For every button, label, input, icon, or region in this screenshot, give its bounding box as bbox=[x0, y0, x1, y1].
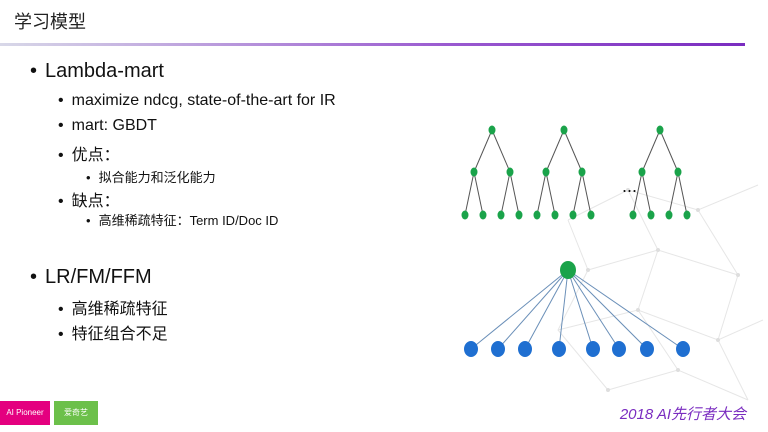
tree-edge bbox=[500, 171, 511, 216]
tree-edge bbox=[509, 171, 520, 216]
tree-node bbox=[560, 125, 568, 135]
tree-node bbox=[542, 167, 550, 177]
network-input-node bbox=[612, 341, 626, 357]
network-input-node bbox=[586, 341, 600, 357]
event-footer: 2018 AI先行者大会 bbox=[619, 406, 746, 423]
bullet-text: 优点： bbox=[71, 147, 120, 164]
tree-node bbox=[629, 210, 637, 220]
bullet-feature-combo: • 特征组合不足 bbox=[58, 320, 168, 344]
bullet-cons-detail: • 高维稀疏特征：Term ID/Doc ID bbox=[86, 210, 278, 229]
tree-edge bbox=[563, 129, 583, 173]
tree-edge bbox=[581, 171, 592, 216]
tree-node bbox=[506, 167, 514, 177]
tree-edge bbox=[491, 129, 511, 173]
bullet-dot: • bbox=[30, 60, 38, 82]
bullet-text: LR/FM/FFM bbox=[45, 266, 152, 288]
trees-ellipsis: ... bbox=[622, 176, 638, 196]
tree-edge bbox=[677, 171, 688, 216]
network-edge bbox=[497, 269, 569, 350]
network-input-node bbox=[518, 341, 532, 357]
tree-edge bbox=[659, 129, 679, 173]
bullet-pros: • 优点： bbox=[58, 141, 120, 165]
tree-edge bbox=[464, 171, 475, 216]
bullet-text: 缺点： bbox=[71, 193, 120, 210]
bullet-text: Lambda-mart bbox=[45, 60, 164, 82]
tree-edge bbox=[668, 171, 679, 216]
tree-node bbox=[638, 167, 646, 177]
bullet-dot: • bbox=[86, 213, 91, 228]
network-edge bbox=[567, 269, 620, 350]
iqiyi-logo: 爱奇艺 bbox=[54, 401, 98, 425]
network-input-node bbox=[552, 341, 566, 357]
bullet-lambda-mart: • Lambda-mart bbox=[30, 60, 164, 83]
bullet-dot: • bbox=[58, 193, 64, 210]
tree-node bbox=[515, 210, 523, 220]
bullet-cons: • 缺点： bbox=[58, 187, 120, 211]
title-rule bbox=[0, 43, 745, 46]
tree-node bbox=[497, 210, 505, 220]
bullet-mart: • mart: GBDT bbox=[58, 117, 157, 135]
tree-edge bbox=[545, 171, 556, 216]
gbdt-trees-diagram bbox=[461, 125, 691, 220]
bullet-pros-detail: • 拟合能力和泛化能力 bbox=[86, 167, 216, 186]
bullet-text: 高维稀疏特征：Term ID/Doc ID bbox=[98, 213, 279, 228]
network-input-node bbox=[464, 341, 478, 357]
tree-edge bbox=[473, 129, 493, 173]
tree-node bbox=[461, 210, 469, 220]
network-edge bbox=[567, 269, 684, 350]
tree-edge bbox=[572, 171, 583, 216]
network-input-node bbox=[491, 341, 505, 357]
tree-edge bbox=[473, 171, 484, 216]
bullet-dot: • bbox=[58, 117, 64, 134]
network-output-node bbox=[560, 261, 576, 279]
tree-node bbox=[674, 167, 682, 177]
bullet-text: mart: GBDT bbox=[71, 117, 157, 134]
tree-node bbox=[587, 210, 595, 220]
bullet-text: maximize ndcg, state-of-the-art for IR bbox=[71, 92, 336, 109]
tree-node bbox=[488, 125, 496, 135]
bullet-dot: • bbox=[58, 301, 64, 318]
tree-edge bbox=[641, 129, 661, 173]
ai-pioneer-logo: AI Pioneer bbox=[0, 401, 50, 425]
lr-network-diagram bbox=[464, 261, 690, 357]
bullet-text: 拟合能力和泛化能力 bbox=[98, 170, 216, 185]
network-edge bbox=[470, 269, 569, 350]
tree-node bbox=[683, 210, 691, 220]
network-edge bbox=[524, 269, 569, 350]
network-input-node bbox=[676, 341, 690, 357]
tree-node bbox=[656, 125, 664, 135]
tree-node bbox=[479, 210, 487, 220]
tree-node bbox=[647, 210, 655, 220]
bullet-dot: • bbox=[30, 266, 38, 288]
bullet-dot: • bbox=[58, 147, 64, 164]
tree-node bbox=[470, 167, 478, 177]
tree-node bbox=[578, 167, 586, 177]
tree-node bbox=[569, 210, 577, 220]
tree-edge bbox=[545, 129, 565, 173]
bullet-sparse: • 高维稀疏特征 bbox=[58, 295, 168, 319]
network-edge bbox=[558, 269, 569, 350]
bullet-dot: • bbox=[58, 326, 64, 343]
tree-node bbox=[551, 210, 559, 220]
bullet-lr-fm-ffm: • LR/FM/FFM bbox=[30, 266, 152, 289]
bullet-dot: • bbox=[86, 170, 91, 185]
bullet-dot: • bbox=[58, 92, 64, 109]
network-input-node bbox=[640, 341, 654, 357]
tree-node bbox=[665, 210, 673, 220]
tree-edge bbox=[536, 171, 547, 216]
bullet-text: 特征组合不足 bbox=[71, 326, 168, 343]
network-edge bbox=[567, 269, 648, 350]
tree-edge bbox=[641, 171, 652, 216]
bullet-ndcg: • maximize ndcg, state-of-the-art for IR bbox=[58, 92, 336, 110]
tree-node bbox=[533, 210, 541, 220]
slide-title: 学习模型 bbox=[14, 12, 86, 32]
bullet-text: 高维稀疏特征 bbox=[71, 301, 168, 318]
